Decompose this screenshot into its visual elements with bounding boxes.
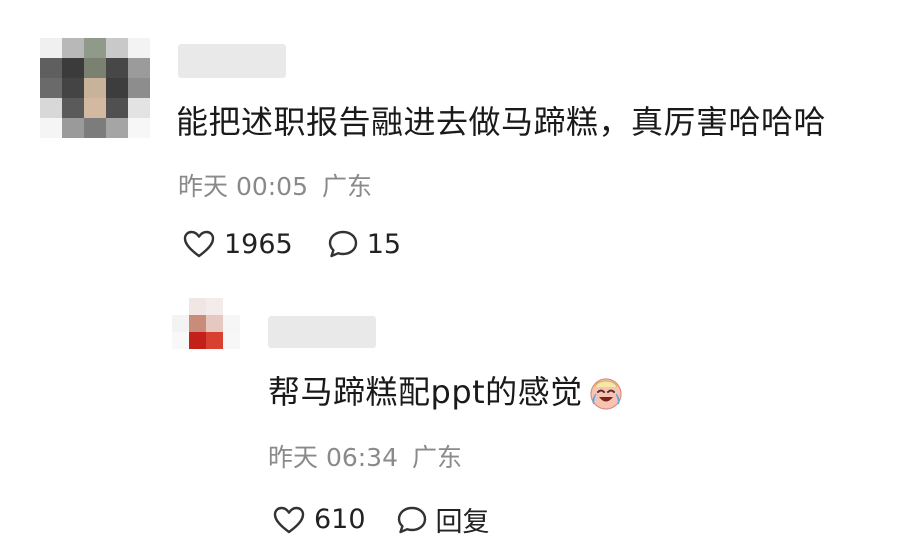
comment-time: 昨天 00:05 bbox=[178, 172, 308, 201]
comment-text: 能把述职报告融进去做马蹄糕，真厉害哈哈哈 bbox=[176, 103, 827, 141]
speech-bubble-icon bbox=[397, 506, 426, 533]
heart-outline-icon bbox=[183, 230, 215, 258]
crying-laughing-emoji-icon bbox=[590, 378, 622, 410]
comment-reply-count: 15 bbox=[366, 228, 402, 260]
reply-text: 帮马蹄糕配ppt的感觉 bbox=[268, 373, 583, 411]
reply-meta: 昨天 06:34 广东 bbox=[268, 443, 462, 473]
speech-bubble-icon bbox=[328, 230, 357, 258]
comment-meta: 昨天 00:05 广东 bbox=[178, 172, 372, 202]
comment-location: 广东 bbox=[322, 172, 373, 201]
comment-like-count: 1965 bbox=[224, 228, 293, 260]
reply-content: 帮马蹄糕配ppt的感觉 bbox=[268, 372, 625, 412]
heart-outline-icon bbox=[273, 506, 305, 533]
reply-reply-button[interactable]: 回复 bbox=[396, 500, 490, 539]
commenter-name-blurred[interactable] bbox=[178, 44, 286, 78]
comment-reply-button[interactable]: 15 bbox=[327, 228, 401, 260]
replier-avatar[interactable] bbox=[172, 298, 240, 366]
reply-location: 广东 bbox=[412, 443, 463, 472]
reply-reply-label: 回复 bbox=[435, 507, 490, 538]
reply-like-button[interactable]: 610 bbox=[272, 504, 366, 535]
reply-like-count: 610 bbox=[314, 504, 366, 535]
comment-like-button[interactable]: 1965 bbox=[182, 229, 293, 260]
comment-actions: 1965 15 bbox=[182, 228, 401, 260]
reply-actions: 610 回复 bbox=[272, 500, 490, 539]
reply-time: 昨天 06:34 bbox=[268, 443, 398, 472]
replier-name-blurred[interactable] bbox=[268, 316, 376, 348]
commenter-avatar[interactable] bbox=[40, 38, 150, 138]
